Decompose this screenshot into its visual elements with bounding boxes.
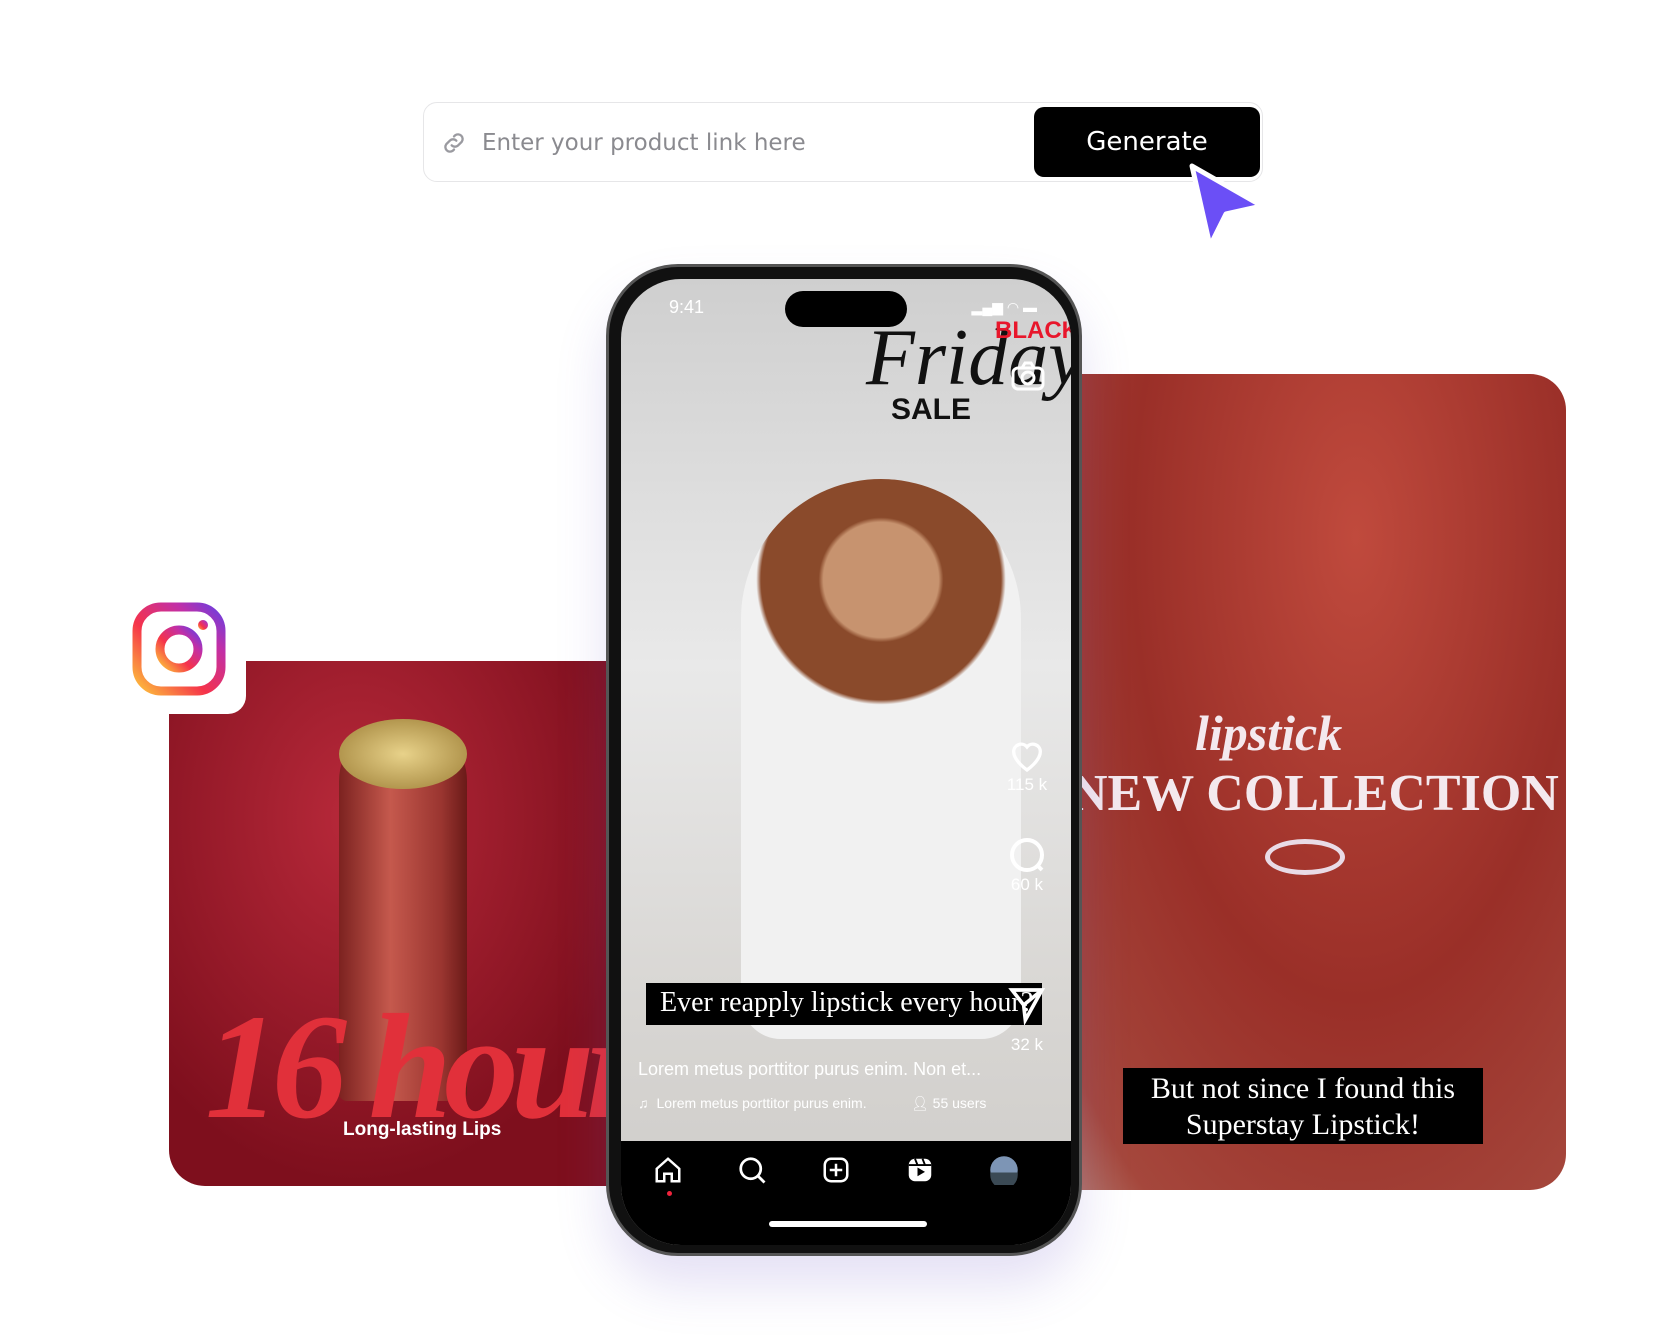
promo-black: BLACK	[995, 317, 1071, 344]
share-icon	[1008, 988, 1046, 1025]
user-icon: 👤︎	[911, 1095, 929, 1111]
comment-icon	[1010, 838, 1044, 872]
music-note-icon: ♫	[638, 1095, 649, 1111]
product-link-bar: Generate	[423, 102, 1263, 182]
share-button[interactable]: 32 k	[999, 985, 1055, 1055]
card-subtitle: NEW COLLECTION	[1070, 765, 1559, 822]
create-icon[interactable]	[821, 1155, 851, 1185]
bottom-nav	[621, 1141, 1071, 1245]
sparkle-ring	[1265, 839, 1345, 875]
subtitle: Long-lasting Lips	[343, 1119, 502, 1140]
home-indicator	[769, 1221, 927, 1227]
video-description: Lorem metus porttitor purus enim. Non et…	[638, 1059, 982, 1079]
like-button[interactable]: 115 k	[999, 735, 1055, 795]
comment-count: 60 k	[1010, 875, 1044, 894]
cursor-pointer-icon	[1189, 163, 1265, 249]
heart-icon	[1011, 742, 1043, 773]
promo-sale: SALE	[891, 393, 972, 426]
status-time: 9:41	[669, 297, 705, 317]
instagram-icon	[132, 602, 226, 696]
camera-icon[interactable]	[1011, 361, 1045, 391]
right-product-card: lipstick NEW COLLECTION But not since I …	[1040, 374, 1566, 1190]
users-label: 55 users	[932, 1095, 987, 1111]
link-icon	[444, 133, 464, 153]
reels-icon[interactable]	[905, 1155, 935, 1185]
music-info[interactable]: ♫ Lorem metus porttitor purus enim.	[638, 1095, 867, 1111]
search-icon[interactable]	[737, 1155, 767, 1185]
lipstick-cap	[339, 719, 467, 789]
card-caption: But not since I found this Superstay Lip…	[1123, 1068, 1483, 1144]
left-product-card: 16 hours Long-lasting Lips	[169, 661, 639, 1186]
product-link-input[interactable]	[482, 121, 1002, 165]
card-title: lipstick	[1195, 705, 1343, 761]
phone-screen: 9:41 ▂▄▆ ◠ ▬ Friday BLACK SALE 115 k 60 …	[621, 279, 1071, 1245]
comment-button[interactable]: 60 k	[999, 835, 1055, 895]
profile-avatar[interactable]	[989, 1155, 1019, 1185]
users-count: 👤︎ 55 users	[911, 1095, 986, 1112]
phone-mockup: 9:41 ▂▄▆ ◠ ▬ Friday BLACK SALE 115 k 60 …	[606, 264, 1082, 1256]
video-subject	[741, 479, 1021, 1039]
share-count: 32 k	[1010, 1035, 1044, 1054]
music-title: Lorem metus porttitor purus enim.	[656, 1095, 867, 1111]
like-count: 115 k	[1006, 775, 1048, 794]
active-indicator	[667, 1191, 672, 1196]
home-icon[interactable]	[653, 1155, 683, 1185]
video-caption: Ever reapply lipstick every hour?	[646, 983, 1042, 1025]
